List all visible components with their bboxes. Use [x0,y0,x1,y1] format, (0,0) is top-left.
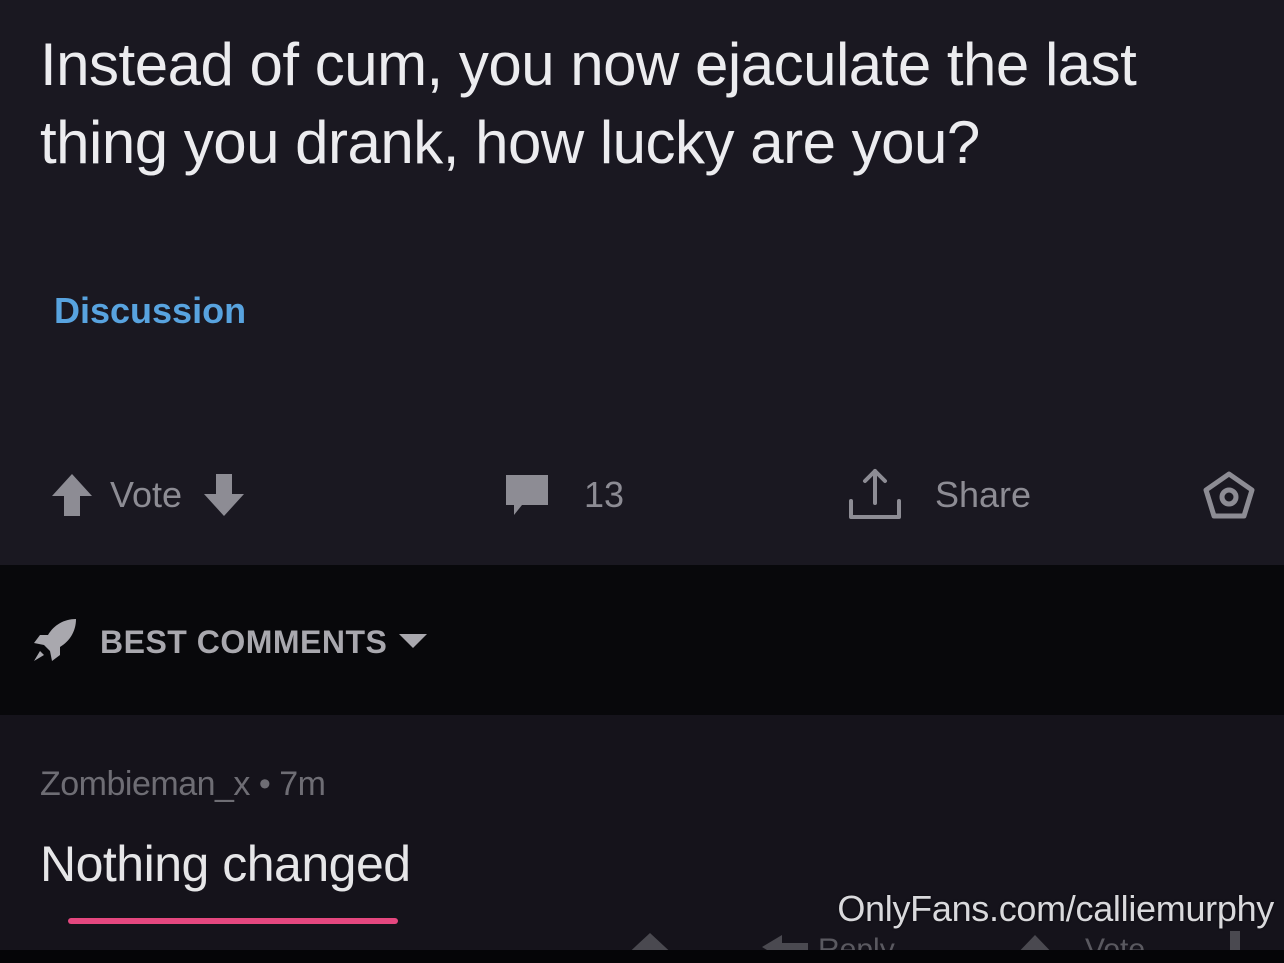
vote-label: Vote [110,474,183,515]
post-card: Instead of cum, you now ejaculate the la… [0,0,1284,565]
watermark: OnlyFans.com/calliemurphy [837,888,1274,929]
bottom-strip [0,950,1284,963]
sort-dropdown[interactable]: BEST COMMENTS [30,612,429,672]
comment-vote-up-icon[interactable] [1010,933,1060,950]
comment-count: 13 [584,474,625,515]
reply-button[interactable]: Reply [818,933,895,950]
post-action-bar: Vote 13 Share [0,460,1284,530]
comment-vote-label: Vote [1085,933,1146,950]
share-label: Share [935,474,1032,515]
arrow-down-icon[interactable] [202,472,246,518]
arrow-up-icon[interactable] [50,472,94,518]
award-icon [1202,470,1256,520]
comment-bubble-icon [502,473,552,517]
post-title[interactable]: Instead of cum, you now ejaculate the la… [40,26,1265,182]
comment-meta: Zombieman_x • 7m [40,765,326,804]
rocket-icon [30,615,80,670]
highlight-underline [68,918,398,924]
share-icon [845,467,905,523]
sort-label: BEST COMMENTS [100,623,388,660]
comment-author[interactable]: Zombieman_x [40,765,250,803]
share-button[interactable]: Share [845,460,1031,530]
comments-button[interactable]: 13 [502,460,624,530]
award-button[interactable] [1202,460,1256,530]
chevron-down-icon [397,630,429,655]
vote-group: Vote [50,460,246,530]
comment-body: Nothing changed [40,836,411,892]
comment-age: 7m [279,765,326,803]
comment-upvote-icon[interactable] [620,931,680,950]
reply-icon[interactable] [760,933,810,950]
post-flair[interactable]: Discussion [54,290,246,332]
meta-separator: • [258,765,271,803]
comment-vote-down-icon[interactable] [1225,931,1245,950]
